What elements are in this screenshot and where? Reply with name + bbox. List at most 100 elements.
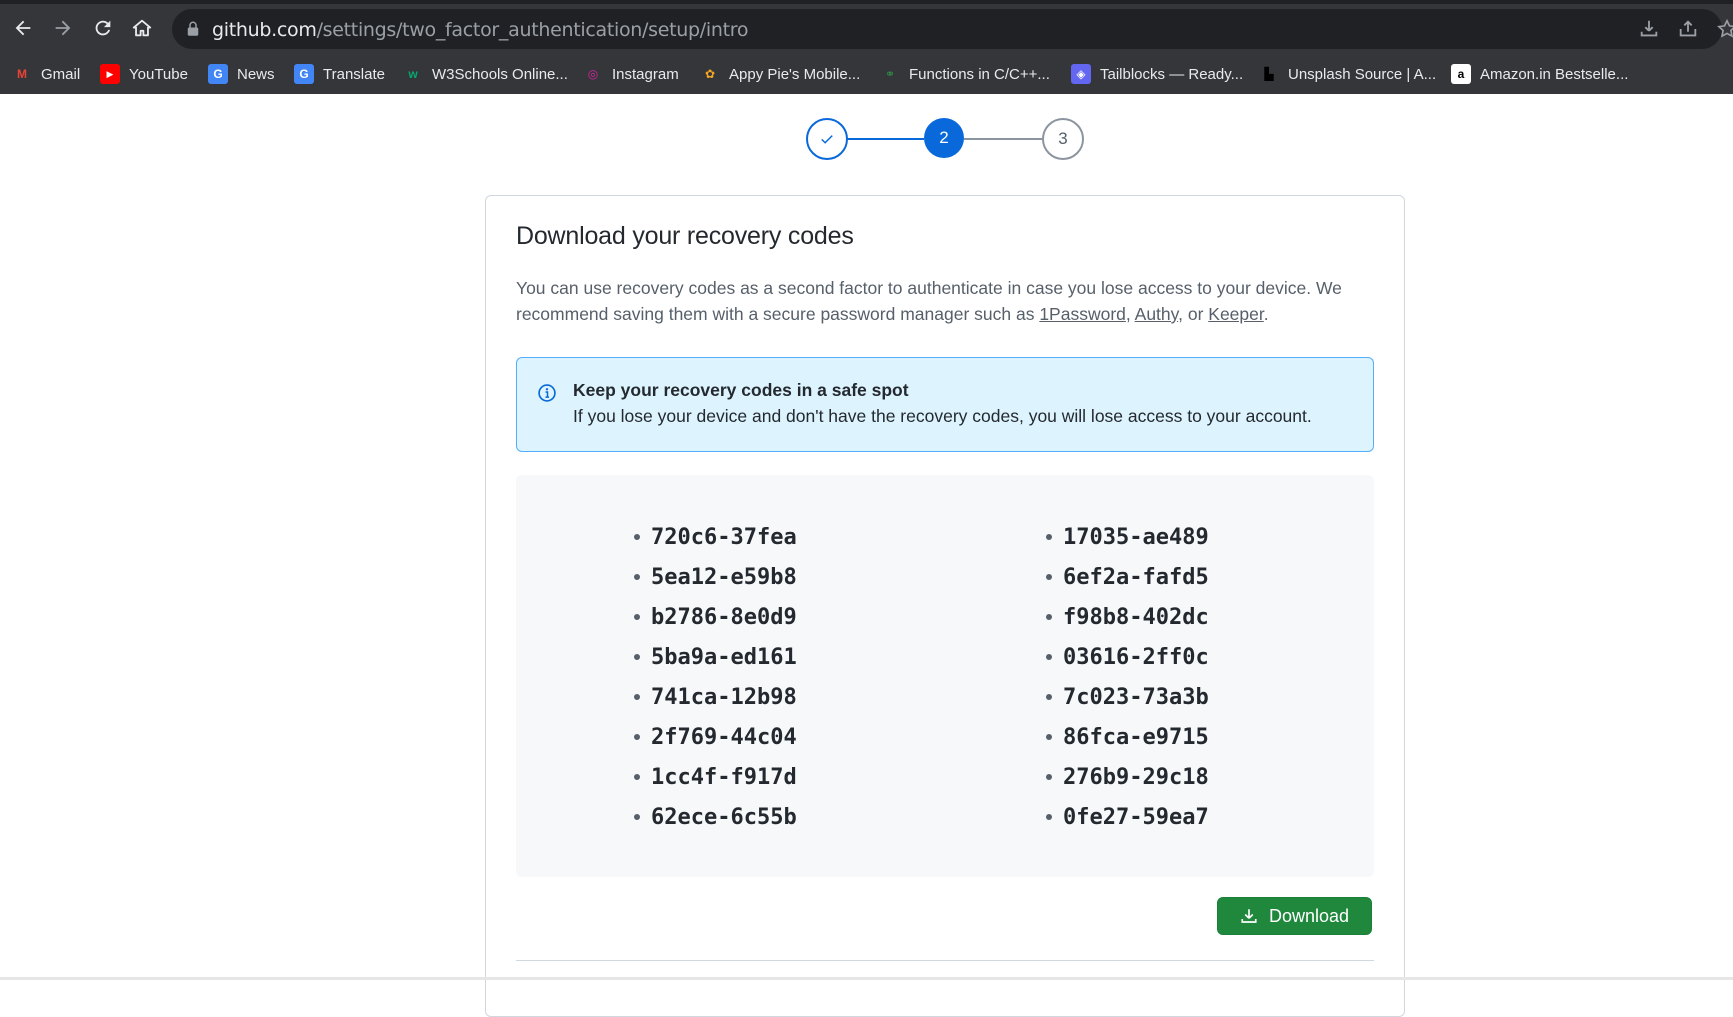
stepper-line-complete — [846, 138, 924, 140]
recovery-code-text: 03616-2ff0c — [1063, 644, 1209, 670]
gmail-icon: M — [17, 67, 27, 81]
home-button[interactable] — [127, 13, 157, 43]
description-end: . — [1263, 304, 1269, 324]
browser-toolbar: github.com/settings/two_factor_authentic… — [0, 4, 1733, 54]
home-icon — [132, 19, 152, 37]
bookmark-label: Amazon.in Bestselle... — [1480, 65, 1629, 83]
bookmark-item[interactable]: ◈ Tailblocks — Ready... — [1071, 60, 1243, 88]
stepper-line-pending — [964, 138, 1042, 140]
recovery-code-text: 62ece-6c55b — [651, 804, 797, 830]
page-title: Download your recovery codes — [516, 222, 854, 250]
link-authy[interactable]: Authy — [1135, 304, 1178, 324]
address-bar[interactable]: github.com/settings/two_factor_authentic… — [172, 9, 1733, 49]
youtube-icon: ▶ — [100, 64, 120, 84]
lock-icon[interactable] — [184, 20, 202, 38]
download-button[interactable]: Download — [1217, 897, 1372, 935]
arrow-right-icon — [55, 20, 71, 36]
bullet — [1046, 614, 1052, 620]
info-flash: Keep your recovery codes in a safe spot … — [516, 357, 1374, 452]
bookmark-item[interactable]: ◎ Instagram — [583, 60, 679, 88]
bullet — [1046, 814, 1052, 820]
recovery-code-text: b2786-8e0d9 — [651, 604, 797, 630]
back-button[interactable] — [8, 13, 38, 43]
bookmark-item[interactable]: ✿ Appy Pie's Mobile... — [700, 60, 860, 88]
recovery-code: 1cc4f-f917d — [634, 757, 797, 797]
recovery-code: 741ca-12b98 — [634, 677, 797, 717]
download-icon — [1241, 909, 1257, 923]
recovery-code-text: 0fe27-59ea7 — [1063, 804, 1209, 830]
bullet — [634, 774, 640, 780]
bookmark-label: Tailblocks — Ready... — [1100, 65, 1244, 83]
bullet — [634, 694, 640, 700]
recovery-code-text: 1cc4f-f917d — [651, 764, 797, 790]
bullet — [1046, 694, 1052, 700]
recovery-code: 5ba9a-ed161 — [634, 637, 797, 677]
star-icon[interactable] — [1716, 18, 1733, 40]
recovery-code-text: 276b9-29c18 — [1063, 764, 1209, 790]
bookmark-label: News — [237, 65, 275, 83]
recovery-codes-column-1: 720c6-37fea 5ea12-e59b8 b2786-8e0d9 5ba9a-e… — [634, 517, 797, 837]
recovery-code: 2f769-44c04 — [634, 717, 797, 757]
bullet — [634, 654, 640, 660]
bookmark-item[interactable]: a Amazon.in Bestselle... — [1451, 60, 1628, 88]
recovery-code: 17035-ae489 — [1046, 517, 1209, 557]
bookmark-label: W3Schools Online... — [432, 65, 568, 83]
bullet — [1046, 774, 1052, 780]
recovery-code: f98b8-402dc — [1046, 597, 1209, 637]
forward-button[interactable] — [48, 13, 78, 43]
instagram-icon: ◎ — [587, 67, 599, 81]
recovery-code-text: f98b8-402dc — [1063, 604, 1209, 630]
bookmark-item[interactable]: ⚭ Functions in C/C++... — [880, 60, 1050, 88]
url-domain: github.com — [212, 19, 317, 41]
bullet — [634, 614, 640, 620]
w3schools-icon: w — [408, 67, 418, 81]
share-icon[interactable] — [1677, 18, 1699, 40]
bullet — [1046, 534, 1052, 540]
recovery-code-text: 5ea12-e59b8 — [651, 564, 797, 590]
recovery-code: 7c023-73a3b — [1046, 677, 1209, 717]
step-3-pending: 3 — [1042, 118, 1084, 160]
bookmark-item[interactable]: G Translate — [294, 60, 385, 88]
flash-text: If you lose your device and don't have t… — [573, 406, 1312, 426]
bookmark-item[interactable]: w W3Schools Online... — [403, 60, 568, 88]
url-text[interactable]: github.com/settings/two_factor_authentic… — [212, 19, 748, 41]
bookmarks-bar: M Gmail ▶ YouTube G News G Translate w W3Schools … — [0, 56, 1733, 94]
link-keeper[interactable]: Keeper — [1208, 304, 1263, 324]
recovery-codes-card: Download your recovery codes You can use… — [485, 195, 1405, 1017]
bookmark-label: YouTube — [129, 65, 188, 83]
unsplash-icon: ▙ — [1264, 67, 1274, 81]
recovery-code: 86fca-e9715 — [1046, 717, 1209, 757]
recovery-code-text: 2f769-44c04 — [651, 724, 797, 750]
reload-icon — [95, 20, 111, 36]
recovery-code: 276b9-29c18 — [1046, 757, 1209, 797]
bullet — [634, 574, 640, 580]
url-path: /settings/two_factor_authentication/setu… — [316, 19, 749, 41]
recovery-code: b2786-8e0d9 — [634, 597, 797, 637]
checkmark-icon — [821, 135, 833, 144]
recovery-code-text: 7c023-73a3b — [1063, 684, 1209, 710]
reload-button[interactable] — [88, 13, 118, 43]
recovery-code: 62ece-6c55b — [634, 797, 797, 837]
bookmark-item[interactable]: ▙ Unsplash Source | A... — [1259, 60, 1436, 88]
bookmark-label: Gmail — [41, 65, 81, 83]
flash-title: Keep your recovery codes in a safe spot — [573, 380, 909, 400]
bullet — [1046, 734, 1052, 740]
description-separator: , — [1125, 304, 1135, 324]
recovery-code: 720c6-37fea — [634, 517, 797, 557]
tailblocks-icon: ◈ — [1071, 64, 1091, 84]
appypie-icon: ✿ — [704, 67, 716, 81]
bookmark-item[interactable]: G News — [208, 60, 275, 88]
arrow-left-icon — [15, 20, 31, 36]
bullet — [634, 534, 640, 540]
recovery-code-text: 720c6-37fea — [651, 524, 797, 550]
bookmark-label: Functions in C/C++... — [909, 65, 1050, 83]
link-1password[interactable]: 1Password — [1039, 304, 1126, 324]
recovery-code-text: 741ca-12b98 — [651, 684, 797, 710]
install-app-icon[interactable] — [1638, 18, 1660, 40]
bullet — [1046, 654, 1052, 660]
bullet — [634, 734, 640, 740]
bookmark-label: Instagram — [612, 65, 679, 83]
page-content: 2 3 Download your recovery codes You can… — [0, 94, 1733, 1017]
bookmark-item[interactable]: M Gmail — [12, 60, 80, 88]
bookmark-item[interactable]: ▶ YouTube — [100, 60, 188, 88]
